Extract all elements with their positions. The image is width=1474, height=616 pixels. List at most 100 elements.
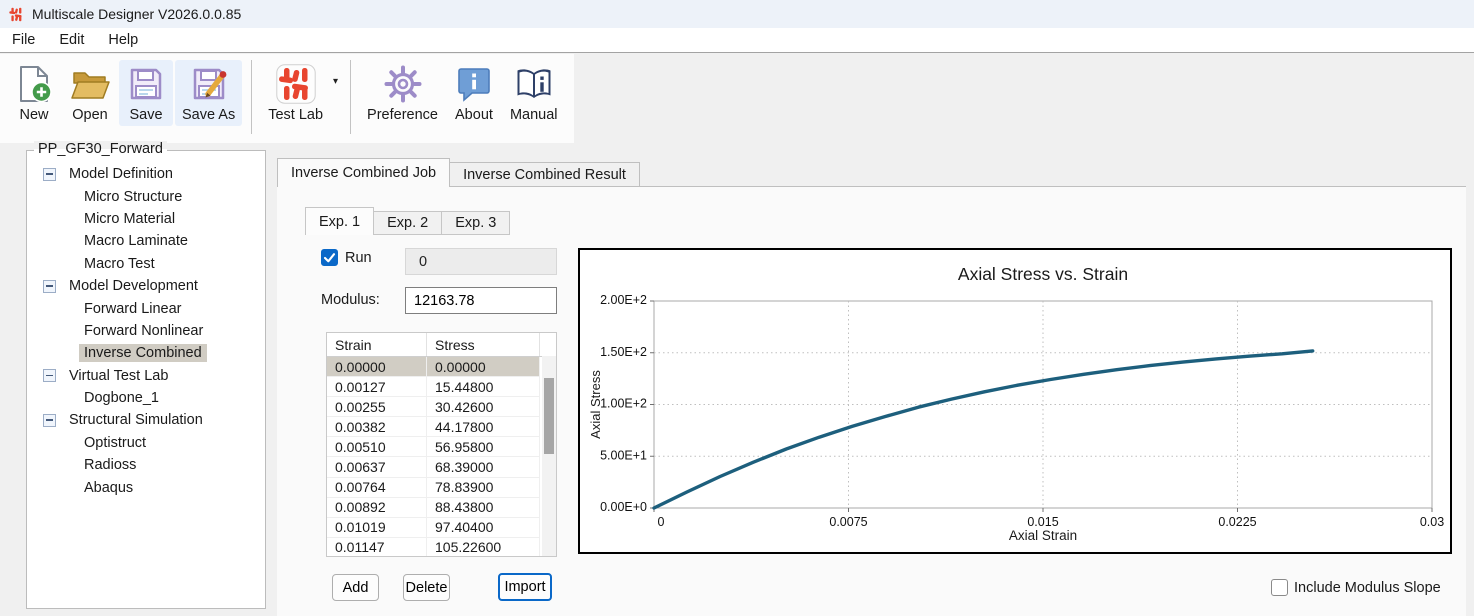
table-scrollbar[interactable]	[542, 356, 556, 556]
table-row[interactable]: 0.00382 44.17800	[327, 417, 556, 438]
new-button[interactable]: New	[7, 60, 61, 126]
table-row[interactable]: 0.00892 88.43800	[327, 497, 556, 518]
tree-item-radioss[interactable]: Radioss	[27, 454, 265, 476]
table-scrollbar-thumb[interactable]	[544, 378, 554, 454]
table-cell: 0.01147	[327, 537, 427, 556]
include-modulus-slope-label: Include Modulus Slope	[1294, 579, 1441, 596]
column-header-strain[interactable]: Strain	[327, 333, 427, 356]
x-tick-label: 0.015	[1027, 515, 1058, 529]
tree-item-virtual-test-lab[interactable]: Virtual Test Lab	[27, 365, 265, 387]
about-button[interactable]: About	[447, 60, 501, 126]
table-row[interactable]: 0.00000 0.00000	[327, 357, 556, 378]
table-row[interactable]: 0.00127 15.44800	[327, 377, 556, 398]
save-button[interactable]: Save	[119, 60, 173, 126]
tree-item-label: Micro Material	[84, 210, 176, 227]
tree-item-label: Model Development	[69, 278, 198, 295]
run-iteration-field: 0	[405, 248, 557, 275]
toolbar-button-label: About	[455, 107, 493, 123]
table-cell: 0.01019	[327, 517, 427, 538]
main-tab-strip: Inverse Combined Job Inverse Combined Res…	[277, 158, 640, 187]
menu-bar: File Edit Help	[0, 28, 1474, 53]
dropdown-arrow-icon[interactable]: ▾	[333, 76, 338, 87]
tree-item-micro-structure[interactable]: Micro Structure	[27, 185, 265, 207]
tree-item-label: Radioss	[84, 457, 137, 474]
test-lab-button[interactable]: ▾ Test Lab	[261, 60, 338, 126]
tree-item-forward-linear[interactable]: Forward Linear	[27, 297, 265, 319]
table-cell: 15.44800	[427, 377, 540, 398]
save-as-button[interactable]: Save As	[175, 60, 243, 126]
save-icon	[126, 64, 166, 104]
include-modulus-slope-checkbox[interactable]	[1271, 579, 1288, 596]
table-header-row: Strain Stress	[327, 333, 556, 357]
tab-exp-3[interactable]: Exp. 3	[442, 211, 511, 235]
import-button[interactable]: Import	[498, 573, 552, 601]
run-checkbox[interactable]	[321, 249, 338, 266]
collapse-expander-icon[interactable]	[43, 413, 56, 427]
table-row[interactable]: 0.00255 30.42600	[327, 397, 556, 418]
collapse-expander-icon[interactable]	[43, 279, 56, 293]
experiment-tab-strip: Exp. 1 Exp. 2 Exp. 3	[305, 207, 511, 235]
tab-inverse-combined-result[interactable]: Inverse Combined Result	[450, 162, 640, 187]
table-cell: 56.95800	[427, 437, 540, 458]
tree-item-label: Structural Simulation	[69, 412, 203, 429]
tab-exp-1[interactable]: Exp. 1	[305, 207, 375, 235]
tree-item-optistruct[interactable]: Optistruct	[27, 432, 265, 454]
tab-exp-2[interactable]: Exp. 2	[374, 211, 443, 235]
tree-item-micro-material[interactable]: Micro Material	[27, 208, 265, 230]
table-cell: 105.22600	[427, 537, 540, 556]
y-tick-label: 2.00E+2	[600, 293, 647, 307]
preference-button[interactable]: Preference	[360, 60, 445, 126]
toolbar-button-label: Save As	[182, 107, 236, 123]
tree-item-structural-simulation[interactable]: Structural Simulation	[27, 409, 265, 431]
tree-item-forward-nonlinear[interactable]: Forward Nonlinear	[27, 320, 265, 342]
tree-item-model-development[interactable]: Model Development	[27, 275, 265, 297]
table-row[interactable]: 0.00637 68.39000	[327, 457, 556, 478]
toolbar-separator	[350, 60, 352, 134]
tree-item-abaqus[interactable]: Abaqus	[27, 476, 265, 498]
menu-file[interactable]: File	[0, 28, 47, 52]
modulus-label: Modulus:	[321, 292, 380, 308]
table-cell: 30.42600	[427, 397, 540, 418]
chart-canvas: 0 0.0075 0.015 0.0225 0.03 0.00E+0 5.00E+1 1.00…	[588, 264, 1444, 543]
new-document-icon	[14, 64, 54, 104]
app-logo-icon	[8, 6, 25, 23]
tree-item-label: Forward Nonlinear	[84, 322, 204, 339]
x-tick-label: 0	[658, 515, 665, 529]
manual-button[interactable]: Manual	[503, 60, 565, 126]
strain-stress-table: Strain Stress 0.00000 0.00000 0.00127 15.448…	[326, 332, 557, 557]
tree-item-inverse-combined[interactable]: Inverse Combined	[27, 342, 265, 364]
chart-title: Axial Stress vs. Strain	[958, 264, 1128, 284]
delete-button[interactable]: Delete	[403, 574, 450, 601]
table-row[interactable]: 0.01147 105.22600	[327, 537, 556, 556]
tree-item-macro-test[interactable]: Macro Test	[27, 253, 265, 275]
modulus-input[interactable]	[405, 287, 557, 314]
tree-item-label: Optistruct	[84, 434, 147, 451]
collapse-expander-icon[interactable]	[43, 167, 56, 181]
x-tick-label: 0.0225	[1218, 515, 1256, 529]
table-row[interactable]: 0.00764 78.83900	[327, 477, 556, 498]
menu-help[interactable]: Help	[96, 28, 150, 52]
table-cell: 0.00382	[327, 417, 427, 438]
tree-item-macro-laminate[interactable]: Macro Laminate	[27, 230, 265, 252]
add-button[interactable]: Add	[332, 574, 379, 601]
x-tick-label: 0.0075	[829, 515, 867, 529]
y-axis-label: Axial Stress	[588, 370, 603, 439]
project-tree: Model Definition Micro Structure Micro Mat…	[27, 151, 265, 499]
tab-inverse-combined-job[interactable]: Inverse Combined Job	[277, 158, 451, 187]
tree-item-label: Micro Structure	[84, 188, 183, 205]
manual-book-icon	[514, 64, 554, 104]
table-row[interactable]: 0.01019 97.40400	[327, 517, 556, 538]
tree-item-dogbone-1[interactable]: Dogbone_1	[27, 387, 265, 409]
table-cell: 0.00637	[327, 457, 427, 478]
table-row[interactable]: 0.00510 56.95800	[327, 437, 556, 458]
table-cell: 0.00255	[327, 397, 427, 418]
table-cell: 97.40400	[427, 517, 540, 538]
menu-edit[interactable]: Edit	[47, 28, 96, 52]
table-cell: 0.00000	[427, 357, 540, 378]
tree-item-model-definition[interactable]: Model Definition	[27, 163, 265, 185]
collapse-expander-icon[interactable]	[43, 369, 56, 383]
toolbar-separator	[251, 60, 253, 134]
column-header-stress[interactable]: Stress	[427, 333, 540, 356]
x-axis-label: Axial Strain	[1009, 528, 1077, 543]
open-button[interactable]: Open	[63, 60, 117, 126]
